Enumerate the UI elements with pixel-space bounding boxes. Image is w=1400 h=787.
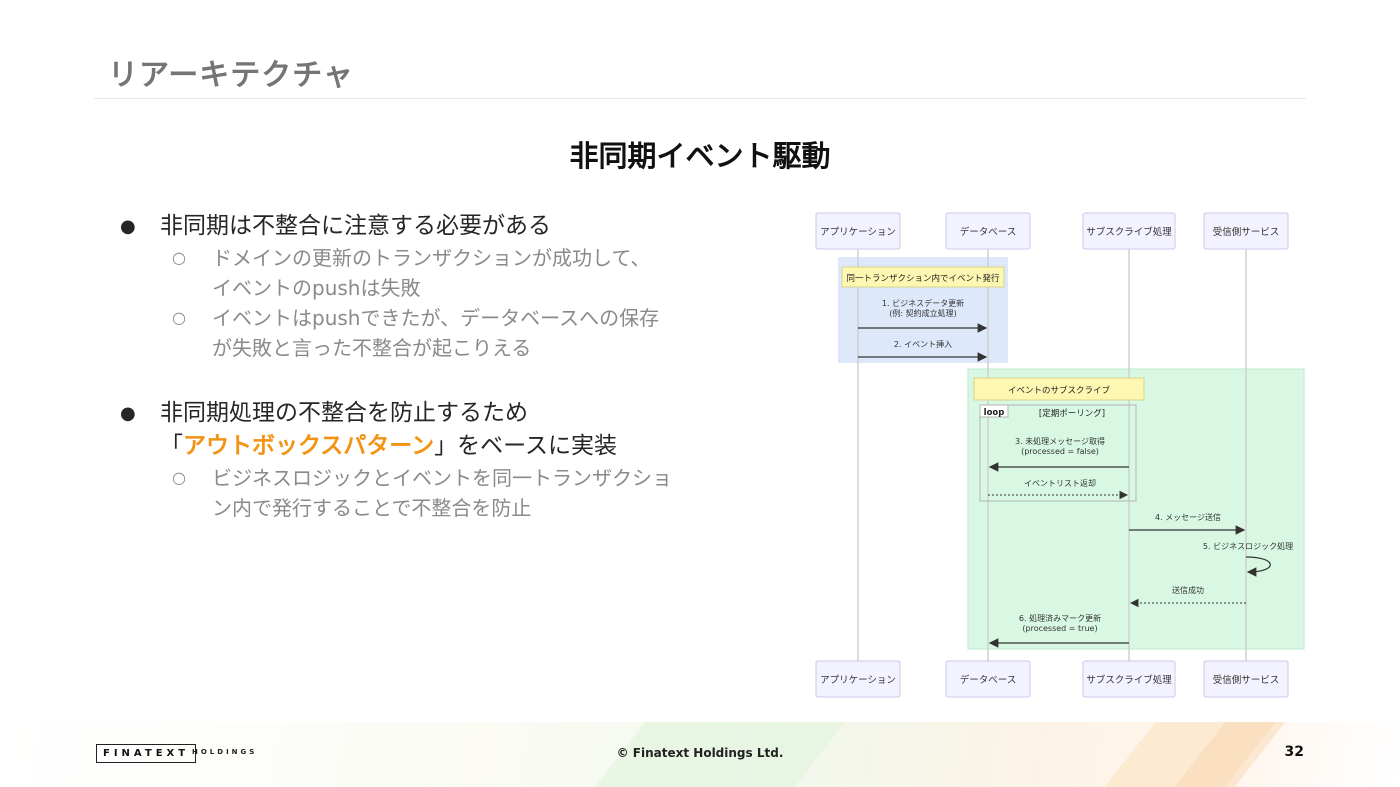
page-number: 32 [1284, 744, 1304, 760]
svg-text:受信側サービス: 受信側サービス [1213, 226, 1280, 238]
bullet-1-text: 非同期は不整合に注意する必要がある [160, 213, 551, 239]
sequence-diagram-svg: アプリケーション データベース サブスクライブ処理 受信側サービス 同一トランザ… [815, 212, 1305, 698]
bullet-2-line-2-rest: 」をベースに実装 [434, 433, 618, 459]
msg-3-reply-label: イベントリスト返却 [1024, 478, 1096, 488]
msg-1-sublabel: (例: 契約成立処理) [889, 308, 956, 318]
bullet-1-sub-1-line-1: ドメインの更新のトランザクションが成功して、 [212, 246, 651, 270]
bullet-1: ● 非同期は不整合に注意する必要がある [118, 210, 778, 243]
bullet-2-sub-1-line-2: ン内で発行することで不整合を防止 [212, 496, 532, 520]
bullet-1-sub-2-line-2: が失敗と言った不整合が起こりえる [212, 336, 532, 360]
svg-text:データベース: データベース [960, 674, 1017, 686]
copyright-text: © Finatext Holdings Ltd. [616, 746, 784, 760]
bullet-2-sub-1: ○ ビジネスロジックとイベントを同一トランザクショ ン内で発行することで不整合を… [118, 463, 778, 523]
participant-app-top: アプリケーション [815, 212, 901, 250]
bullet-list: ● 非同期は不整合に注意する必要がある ○ ドメインの更新のトランザクションが成… [118, 210, 778, 523]
svg-text:サブスクライブ処理: サブスクライブ処理 [1086, 674, 1172, 686]
loop-label: loop [984, 408, 1005, 418]
bullet-2-line-2-open: 「 [160, 433, 183, 459]
participant-db-top: データベース [945, 212, 1031, 250]
bullet-1-sub-1-line-2: イベントのpushは失敗 [212, 276, 421, 300]
svg-text:アプリケーション: アプリケーション [820, 227, 896, 238]
slide-title: リアーキテクチャ [108, 58, 354, 93]
msg-4-label: 4. メッセージ送信 [1155, 512, 1221, 522]
bullet-1-sub-2-line-1: イベントはpushできたが、データベースへの保存 [212, 306, 660, 330]
msg-2-label: 2. イベント挿入 [894, 339, 952, 349]
subscribe-note-text: イベントのサブスクライブ [1008, 385, 1111, 396]
sub-bullet-circle-icon: ○ [172, 248, 186, 267]
bullet-2-line-1: 非同期処理の不整合を防止するため [160, 400, 528, 426]
bullet-1-sub-2: ○ イベントはpushできたが、データベースへの保存 が失敗と言った不整合が起こ… [118, 303, 778, 363]
svg-text:アプリケーション: アプリケーション [820, 675, 896, 686]
bullet-dot-icon: ● [120, 403, 136, 424]
svg-text:サブスクライブ処理: サブスクライブ処理 [1086, 226, 1172, 238]
msg-6-label: 6. 処理済みマーク更新 [1019, 613, 1101, 623]
title-divider [94, 98, 1306, 99]
loop-condition: [定期ポーリング] [1039, 408, 1105, 419]
outbox-pattern-highlight: アウトボックスパターン [183, 433, 435, 459]
participant-subscriber-bottom: サブスクライブ処理 [1082, 660, 1176, 698]
participant-app-bottom: アプリケーション [815, 660, 901, 698]
transaction-note-text: 同一トランザクション内でイベント発行 [846, 273, 1000, 284]
svg-text:受信側サービス: 受信側サービス [1213, 674, 1280, 686]
msg-3-label: 3. 未処理メッセージ取得 [1015, 436, 1105, 446]
participant-db-bottom: データベース [945, 660, 1031, 698]
bullet-dot-icon: ● [120, 216, 136, 237]
msg-1-label: 1. ビジネスデータ更新 [882, 298, 964, 308]
svg-text:データベース: データベース [960, 226, 1017, 238]
bullet-2: ● 非同期処理の不整合を防止するため 「アウトボックスパターン」をベースに実装 [118, 397, 778, 463]
msg-6-sublabel: (processed = true) [1022, 624, 1097, 633]
sub-bullet-circle-icon: ○ [172, 308, 186, 327]
msg-5-reply-label: 送信成功 [1172, 585, 1204, 595]
participant-receiver-top: 受信側サービス [1203, 212, 1289, 250]
bullet-2-sub-1-line-1: ビジネスロジックとイベントを同一トランザクショ [212, 466, 672, 490]
participant-receiver-bottom: 受信側サービス [1203, 660, 1289, 698]
sub-bullet-circle-icon: ○ [172, 468, 186, 487]
section-heading: 非同期イベント駆動 [569, 139, 831, 173]
msg-3-sublabel: (processed = false) [1021, 447, 1099, 456]
msg-5-label: 5. ビジネスロジック処理 [1203, 541, 1293, 551]
bullet-1-sub-1: ○ ドメインの更新のトランザクションが成功して、 イベントのpushは失敗 [118, 243, 778, 303]
sequence-diagram: アプリケーション データベース サブスクライブ処理 受信側サービス 同一トランザ… [808, 205, 1308, 705]
participant-subscriber-top: サブスクライブ処理 [1082, 212, 1176, 250]
